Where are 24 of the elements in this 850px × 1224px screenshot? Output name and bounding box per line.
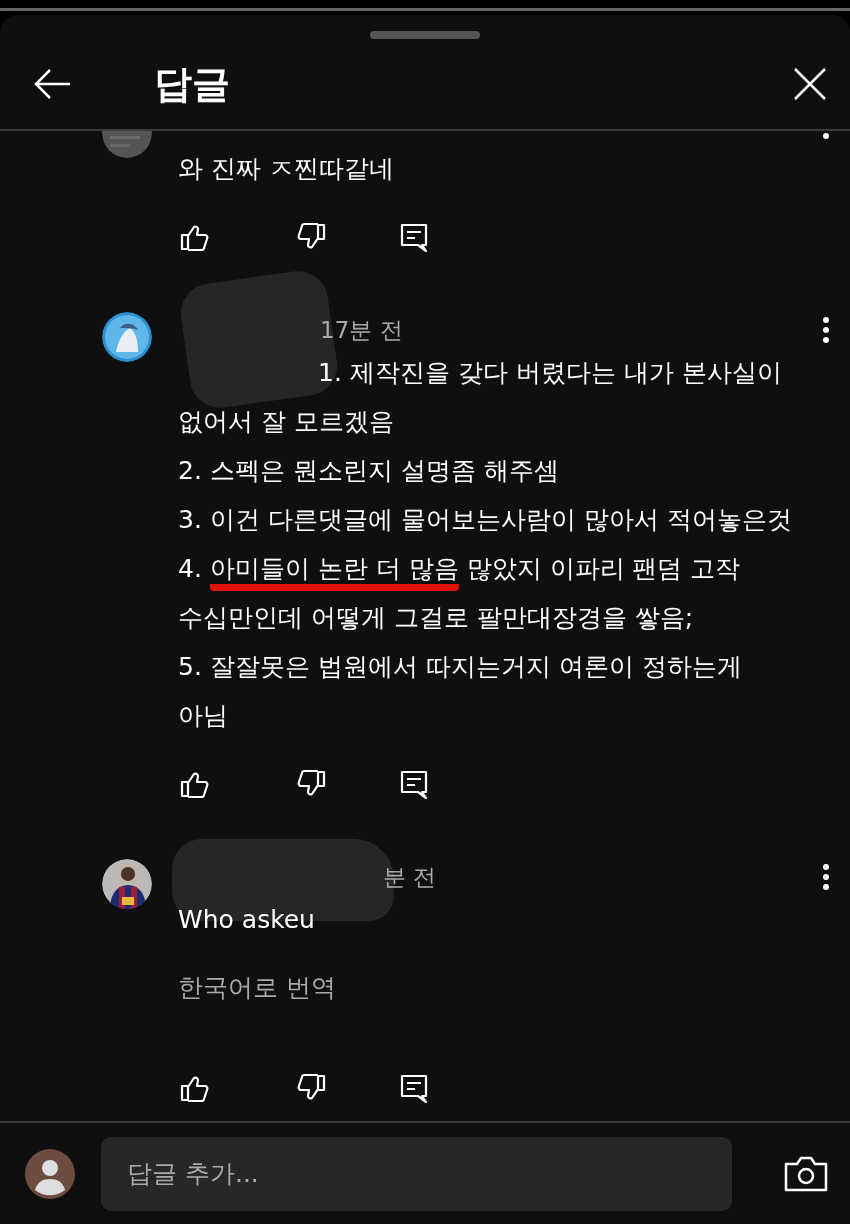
comment-text: 아님 xyxy=(178,700,228,732)
more-icon[interactable] xyxy=(822,863,830,891)
comment-text: 없어서 잘 모르겠음 xyxy=(178,406,394,438)
comment-text: 2. 스펙은 뭔소린지 설명좀 해주셈 xyxy=(178,455,559,487)
comment-text: 수십만인데 어떻게 그걸로 팔만대장경을 쌓음; xyxy=(178,602,694,634)
comment-text: 1. 제작진을 갖다 버렸다는 내가 본사실이 xyxy=(318,357,782,389)
comment-text: 3. 이건 다른댓글에 물어보는사람이 많아서 적어놓은것 xyxy=(178,504,792,536)
camera-icon[interactable] xyxy=(784,1155,828,1192)
comment-time: 17분 전 xyxy=(320,317,403,343)
reply-field[interactable]: 답글 추가... xyxy=(101,1136,732,1211)
more-icon[interactable] xyxy=(822,316,830,344)
reply-icon[interactable] xyxy=(398,221,430,253)
panel-title: 답글 xyxy=(154,60,231,108)
comment-text: 5. 잘잘못은 법원에서 따지는거지 여론이 정하는게 xyxy=(178,651,742,683)
close-icon[interactable] xyxy=(792,66,828,102)
comment-time: 분 전 xyxy=(383,864,437,890)
drag-handle[interactable] xyxy=(370,31,480,39)
reply-icon[interactable] xyxy=(398,768,430,800)
comment-text: 4. 아미들이 논란 더 많음 많았지 이파리 팬덤 고작 xyxy=(178,544,741,593)
reply-icon[interactable] xyxy=(398,1072,430,1104)
comment-text: 와 진짜 ㅈ찐따같네 xyxy=(178,153,394,185)
user-avatar-icon[interactable] xyxy=(25,1148,75,1199)
translate-link[interactable]: 한국어로 번역 xyxy=(178,963,336,1012)
comment-text: Who askeu xyxy=(178,904,315,936)
